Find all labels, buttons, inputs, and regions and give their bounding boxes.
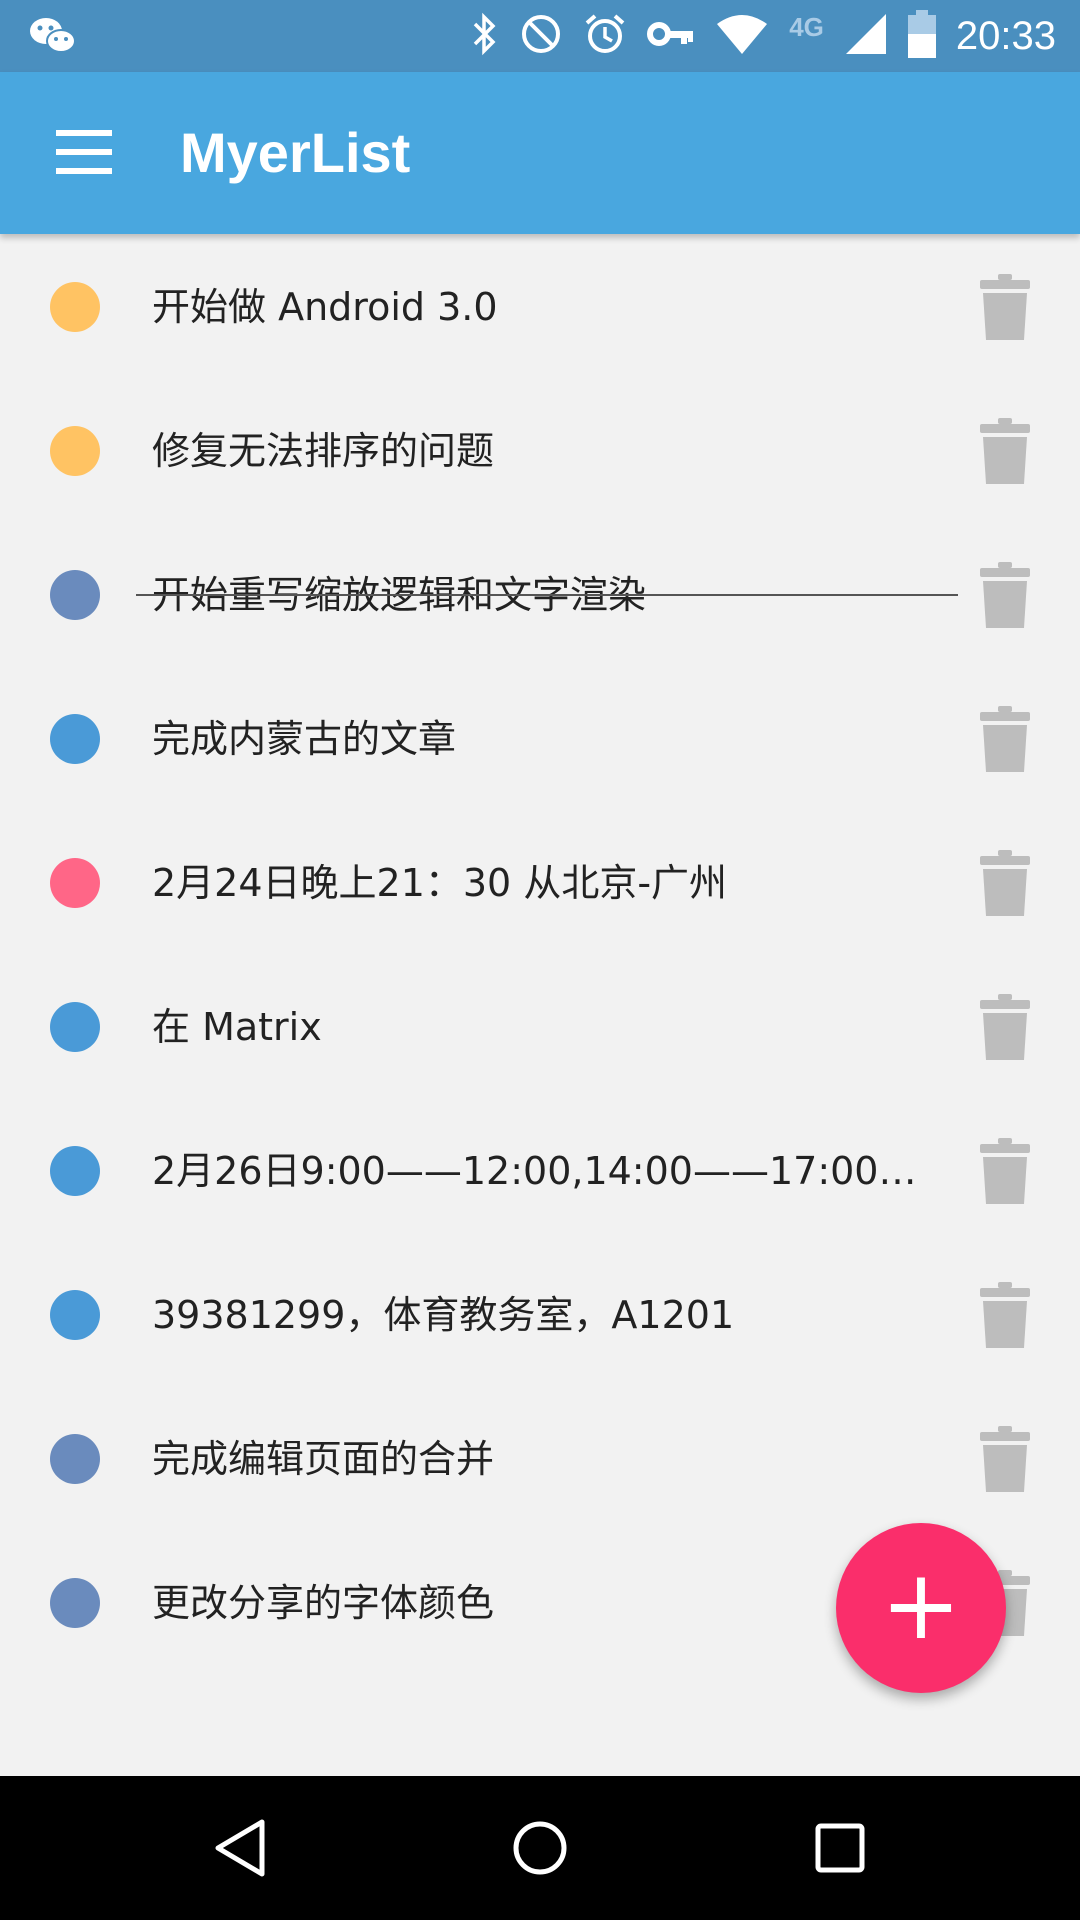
task-color-dot [50,1434,100,1484]
do-not-disturb-icon [519,12,563,60]
task-row[interactable]: 开始做 Android 3.0 [0,234,1080,378]
signal-icon [844,12,888,60]
task-row[interactable]: 2月26日9:00——12:00,14:00——17:00；... [0,1098,1080,1242]
task-text: 开始做 Android 3.0 [152,285,498,329]
task-color-dot [50,1146,100,1196]
task-color-dot [50,1578,100,1628]
task-text: 2月24日晚上21：30 从北京-广州 [152,861,728,905]
task-text: 完成内蒙古的文章 [152,717,457,761]
bluetooth-icon [469,12,499,60]
task-color-dot [50,1002,100,1052]
task-text: 完成编辑页面的合并 [152,1437,495,1481]
home-icon[interactable] [508,1816,572,1880]
delete-icon[interactable] [978,704,1032,774]
task-text: 修复无法排序的问题 [152,429,495,473]
status-time: 20:33 [955,14,1056,58]
back-icon[interactable] [210,1816,274,1880]
task-row[interactable]: 2月24日晚上21：30 从北京-广州 [0,810,1080,954]
task-color-dot [50,570,100,620]
delete-icon[interactable] [978,560,1032,630]
delete-icon[interactable] [978,1136,1032,1206]
strikethrough-line [136,594,958,596]
task-text: 39381299，体育教务室，A1201 [152,1293,735,1337]
app-bar: MyerList [0,72,1080,234]
delete-icon[interactable] [978,1424,1032,1494]
task-list: 开始做 Android 3.0 修复无法排序的问题开始重写缩放逻辑和文字渲染完成内… [0,234,1080,1674]
task-color-dot [50,858,100,908]
delete-icon[interactable] [978,992,1032,1062]
delete-icon[interactable] [978,272,1032,342]
task-row[interactable]: 修复无法排序的问题 [0,378,1080,522]
vpn-key-icon [647,12,695,60]
task-color-dot [50,426,100,476]
task-text: 更改分享的字体颜色 [152,1581,495,1625]
task-text: 在 Matrix [152,1005,322,1049]
wifi-icon [715,12,769,60]
wechat-icon [28,14,78,62]
task-color-dot [50,714,100,764]
hamburger-menu-icon[interactable] [56,130,112,174]
add-task-button[interactable]: + [836,1523,1006,1693]
task-color-dot [50,282,100,332]
battery-icon [907,10,936,62]
navigation-bar [0,1776,1080,1920]
delete-icon[interactable] [978,416,1032,486]
status-bar: 4G 20:33 [0,0,1080,72]
delete-icon[interactable] [978,848,1032,918]
app-title: MyerList [180,121,411,184]
task-row[interactable]: 开始重写缩放逻辑和文字渲染 [0,522,1080,666]
task-color-dot [50,1290,100,1340]
task-row[interactable]: 完成内蒙古的文章 [0,666,1080,810]
network-type-label: 4G [789,11,824,42]
task-row[interactable]: 完成编辑页面的合并 [0,1386,1080,1530]
recents-icon[interactable] [808,1816,872,1880]
task-row[interactable]: 39381299，体育教务室，A1201 [0,1242,1080,1386]
alarm-icon [583,12,627,60]
delete-icon[interactable] [978,1280,1032,1350]
task-row[interactable]: 在 Matrix [0,954,1080,1098]
task-text: 2月26日9:00——12:00,14:00——17:00；... [152,1149,922,1193]
